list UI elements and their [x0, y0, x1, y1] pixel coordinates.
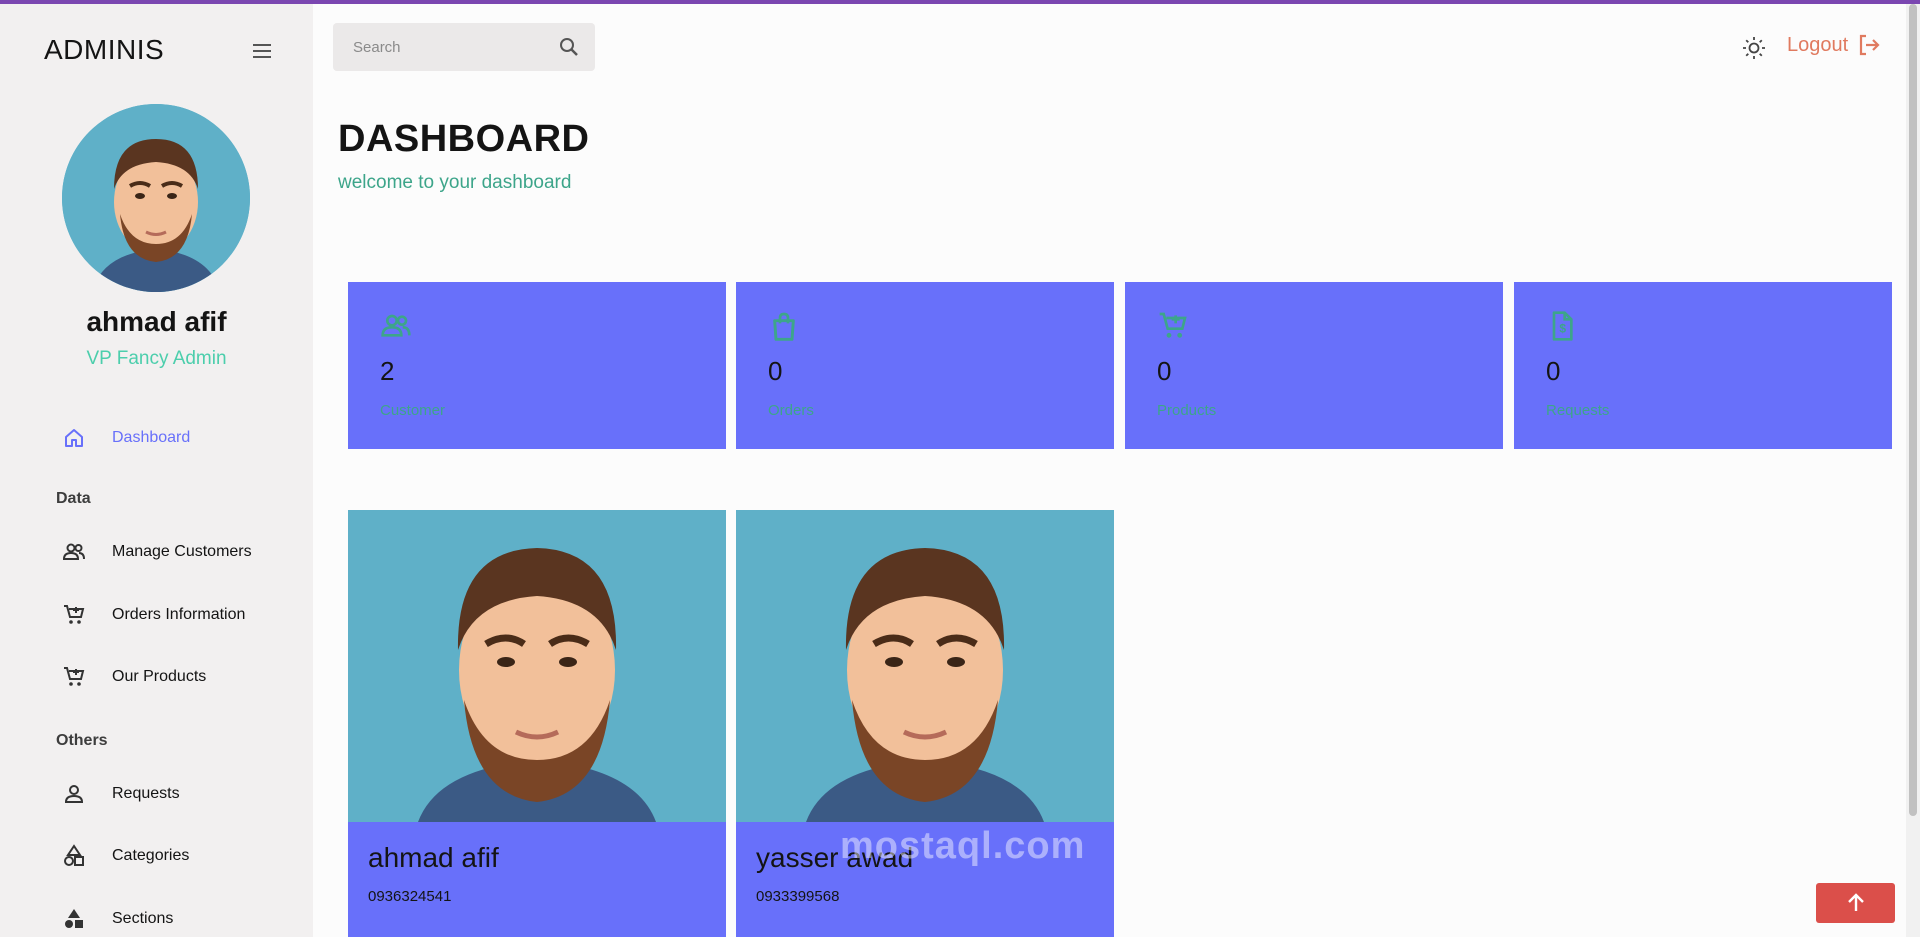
svg-text:$: $ — [1559, 322, 1566, 336]
search-icon[interactable] — [557, 35, 581, 59]
scroll-to-top-button[interactable] — [1816, 883, 1895, 923]
people-icon — [380, 310, 412, 342]
stat-label: Requests — [1546, 402, 1610, 419]
customer-phone: 0933399568 — [756, 888, 840, 905]
user-role: VP Fancy Admin — [86, 348, 227, 369]
user-name: ahmad afif — [86, 306, 227, 337]
scrollbar-thumb[interactable] — [1909, 4, 1917, 816]
customer-name: ahmad afif — [368, 842, 499, 873]
page-scrollbar[interactable] — [1906, 4, 1920, 937]
stat-value: 2 — [380, 356, 395, 386]
nav-section-others: Others — [56, 732, 108, 749]
stat-label: Customer — [380, 402, 446, 419]
watermark: mostaql.com — [840, 825, 1086, 867]
person-icon — [62, 780, 94, 808]
cart-icon — [62, 601, 94, 629]
search-input[interactable] — [353, 38, 543, 56]
sidebar-item-our-products[interactable]: Our Products — [62, 657, 206, 697]
brand-title: ADMINIS — [44, 34, 165, 65]
customer-photo — [736, 510, 1114, 822]
sidebar-item-sections[interactable]: Sections — [62, 899, 173, 937]
page-title: DASHBOARD — [338, 118, 590, 160]
logout-icon — [1860, 34, 1880, 56]
shopping-bag-icon — [768, 310, 800, 342]
customer-photo — [348, 510, 726, 822]
light-mode-icon[interactable] — [1741, 35, 1767, 61]
stat-value: 0 — [1157, 356, 1172, 386]
stat-value: 0 — [768, 356, 783, 386]
sidebar-item-label: Requests — [112, 785, 180, 802]
customer-card[interactable]: ahmad afif 0936324541 — [348, 510, 726, 937]
stat-card-orders: 0 Orders — [736, 282, 1114, 449]
stat-value: 0 — [1546, 356, 1561, 386]
page-subtitle: welcome to your dashboard — [338, 172, 572, 193]
sidebar-item-label: Dashboard — [112, 429, 191, 446]
stat-card-requests: $ 0 Requests — [1514, 282, 1892, 449]
nav-section-data: Data — [56, 490, 91, 507]
logout-label: Logout — [1787, 33, 1849, 56]
avatar — [62, 104, 250, 292]
sidebar-item-dashboard[interactable]: Dashboard — [62, 418, 190, 458]
hamburger-menu-icon[interactable] — [250, 39, 274, 63]
sidebar-item-orders-information[interactable]: Orders Information — [62, 595, 245, 635]
invoice-icon: $ — [1546, 310, 1578, 342]
customer-phone: 0936324541 — [368, 888, 452, 905]
stat-label: Products — [1157, 402, 1217, 419]
sidebar-item-label: Manage Customers — [112, 543, 252, 560]
customer-card[interactable]: yasser awad 0933399568 — [736, 510, 1114, 937]
shapes-icon — [62, 842, 94, 870]
logout-button[interactable]: Logout — [1787, 32, 1882, 58]
sidebar-item-label: Our Products — [112, 668, 207, 685]
search-box — [333, 23, 595, 71]
sidebar-item-requests[interactable]: Requests — [62, 774, 180, 814]
sidebar-item-label: Orders Information — [112, 606, 246, 623]
cart-add-icon — [62, 663, 94, 691]
stat-card-products: 0 Products — [1125, 282, 1503, 449]
sidebar-item-label: Sections — [112, 910, 174, 927]
stat-card-customer: 2 Customer — [348, 282, 726, 449]
cart-add-icon — [1157, 310, 1189, 342]
sidebar-item-label: Categories — [112, 847, 190, 864]
sidebar-item-categories[interactable]: Categories — [62, 836, 189, 876]
people-icon — [62, 538, 94, 566]
home-icon — [62, 424, 94, 452]
arrow-up-icon — [1847, 893, 1864, 911]
category-icon — [62, 905, 94, 933]
stat-label: Orders — [768, 402, 814, 419]
sidebar-item-manage-customers[interactable]: Manage Customers — [62, 532, 252, 572]
sidebar: ADMINIS ahmad afif VP Fancy Admin Dashbo… — [0, 4, 313, 937]
